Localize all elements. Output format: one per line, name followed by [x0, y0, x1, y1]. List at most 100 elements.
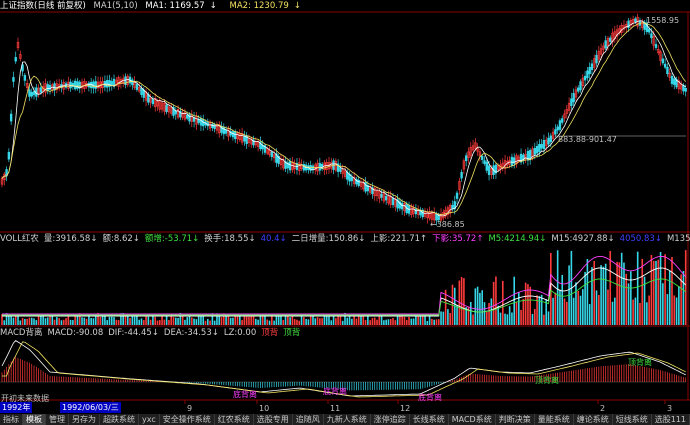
volume-bar: [524, 282, 527, 325]
volume-bar: [394, 320, 397, 325]
volume-bar: [193, 318, 195, 325]
volume-bar: [156, 320, 159, 325]
volume-bar: [383, 320, 385, 325]
volume-header: VOLL红农 量:3916.58↓ 额:8.62↓ 额增:-53.71↓ 换手:18.5…: [0, 233, 690, 245]
volume-bar: [431, 318, 433, 325]
volume-bar: [60, 320, 63, 325]
macd-annotation-4: 顶背离: [628, 357, 652, 367]
volume-bar: [35, 320, 38, 325]
volume-bar: [609, 251, 612, 325]
volume-bar: [131, 316, 134, 325]
tab-9[interactable]: 追随风: [293, 414, 324, 425]
tab-3[interactable]: 另存为: [69, 414, 100, 425]
candle-body: [485, 161, 488, 171]
stock-chart[interactable]: 883.88-901.471558.95←386.85底背离 底背离底背离顶背离顶…: [0, 0, 690, 425]
candle-body: [460, 172, 463, 179]
volume-value-4: 40.4↓: [260, 234, 287, 244]
volume-bar: [190, 317, 193, 325]
volume-bar: [673, 295, 676, 325]
volume-bar: [248, 316, 250, 325]
tab-18[interactable]: 选股111: [652, 414, 690, 425]
volume-bar: [147, 316, 150, 325]
tab-16[interactable]: 缠论系统: [574, 414, 613, 425]
volume-bar: [353, 315, 355, 325]
candle-body: [604, 40, 607, 49]
volume-bar: [94, 316, 97, 325]
volume-bar: [360, 315, 362, 325]
volume-bar: [284, 316, 287, 325]
candle-body: [78, 81, 81, 89]
tab-2[interactable]: 管理: [46, 414, 69, 425]
volume-bar: [664, 254, 666, 325]
tab-7[interactable]: 红农系统: [215, 414, 254, 425]
volume-bar: [678, 286, 680, 325]
volume-bar: [417, 315, 419, 325]
volume-bar: [655, 260, 657, 325]
candle-body: [533, 148, 536, 155]
tab-12[interactable]: 长线系统: [410, 414, 449, 425]
volume-bar: [90, 317, 92, 325]
tab-15[interactable]: 量能系统: [535, 414, 574, 425]
volume-bar: [529, 286, 532, 325]
volume-bar: [575, 282, 577, 325]
tab-13[interactable]: MACD系统: [449, 414, 496, 425]
volume-bar: [204, 320, 207, 325]
volume-bar: [104, 316, 106, 325]
volume-bar: [566, 301, 568, 325]
volume-bar: [40, 316, 42, 325]
tab-8[interactable]: 选股专用: [254, 414, 293, 425]
volume-bar: [316, 317, 319, 325]
volume-bar: [229, 317, 232, 325]
volume-bar: [680, 274, 682, 325]
tab-5[interactable]: yxc: [139, 414, 160, 425]
volume-bar: [522, 299, 525, 325]
volume-bar: [385, 319, 387, 325]
volume-bar: [373, 317, 376, 325]
volume-bar: [355, 318, 358, 325]
volume-bar: [300, 316, 303, 325]
volume-bar: [172, 317, 175, 325]
volume-bar: [346, 317, 349, 325]
volume-bar: [579, 295, 582, 325]
tab-17[interactable]: 短线系统: [613, 414, 652, 425]
candle-body: [561, 118, 564, 123]
candle-body: [590, 63, 594, 70]
volume-bar: [511, 312, 513, 325]
tab-4[interactable]: 超跌系统: [100, 414, 139, 425]
tab-11[interactable]: 涨停追踪: [371, 414, 410, 425]
tab-14[interactable]: 判断决策: [496, 414, 535, 425]
tab-6[interactable]: 安全操作系统: [160, 414, 215, 425]
volume-bar: [220, 317, 223, 325]
volume-indicator-name: VOLL红农: [0, 234, 39, 244]
candle-body: [151, 98, 155, 105]
volume-bar: [495, 276, 497, 325]
indicator-tabs: 指标 模板 管理 另存为 超跌系统 yxc 安全操作系统 红农系统 选股专用 追随风 九新人系统 涨停…: [0, 414, 690, 425]
volume-bar: [3, 320, 6, 325]
volume-bar: [474, 288, 477, 325]
candle-body: [384, 195, 388, 201]
volume-bar: [106, 320, 108, 325]
candle-body: [222, 126, 226, 135]
tab-1[interactable]: 模板: [23, 414, 46, 425]
volume-bar: [593, 261, 596, 325]
volume-bar: [62, 319, 65, 325]
volume-bar: [556, 250, 559, 325]
tab-0[interactable]: 指标: [0, 414, 23, 425]
volume-bar: [305, 318, 307, 325]
volume-bar: [682, 270, 685, 325]
volume-bar: [630, 271, 632, 325]
volume-bar: [282, 320, 285, 325]
macd-value-0: MACD:-90.08: [47, 328, 104, 338]
volume-bar: [572, 297, 575, 325]
volume-bar: [650, 254, 653, 325]
volume-bar: [490, 298, 493, 325]
volume-bar: [600, 265, 602, 325]
volume-bar: [582, 289, 584, 325]
volume-bar: [401, 314, 403, 325]
volume-bar: [657, 259, 660, 325]
candle-body: [288, 160, 292, 171]
volume-bar: [403, 316, 406, 325]
volume-bar: [536, 295, 538, 325]
tab-10[interactable]: 九新人系统: [324, 414, 371, 425]
candle-body: [318, 163, 322, 171]
